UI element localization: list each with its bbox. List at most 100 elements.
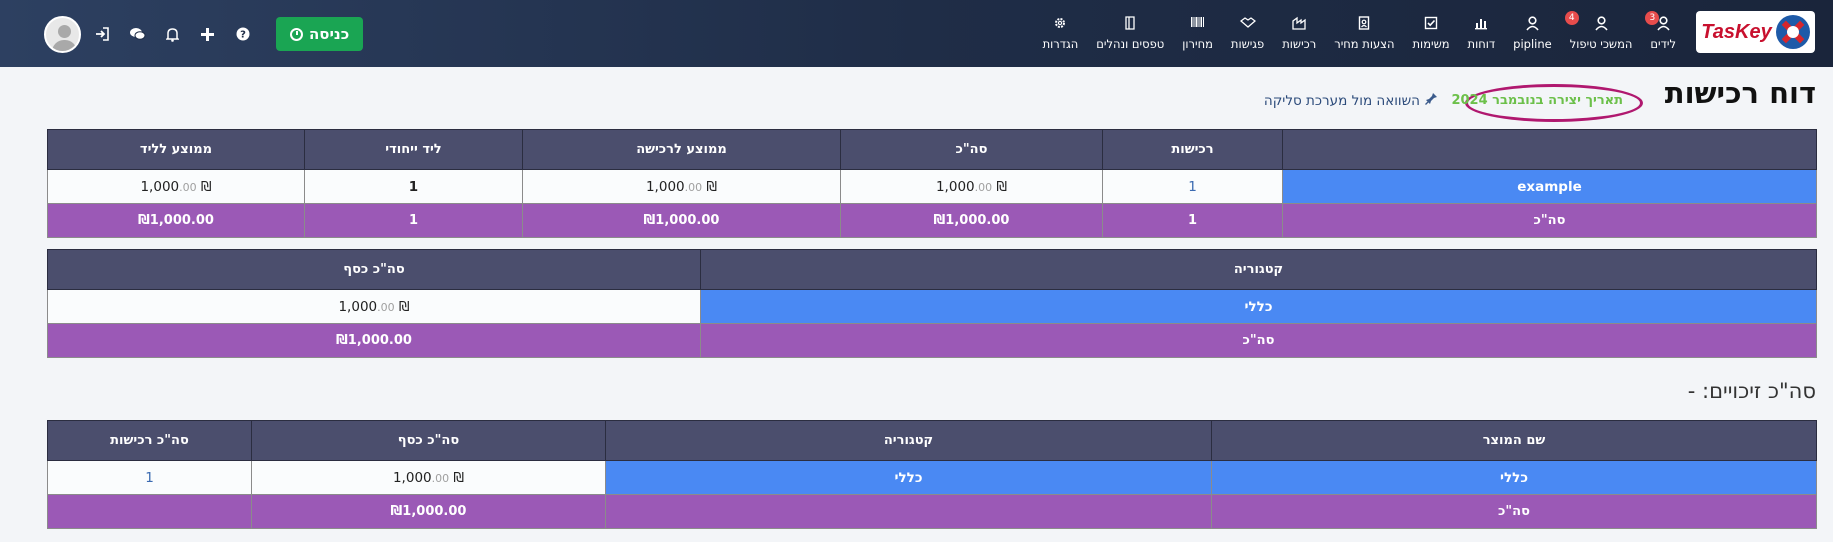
currency-symbol: ₪ [706,178,718,195]
credits-total: סה"כ זיכויים: - [1687,379,1816,403]
unique-lead-cell: 1 [304,169,523,204]
chat-icon[interactable] [120,19,155,49]
nav-label-leads: לידים [1650,37,1676,51]
nav-item-purchases[interactable]: רכישות [1273,0,1325,67]
product-table: שם המוצר קטגוריה סה"כ כסף סה"כ רכישות כל… [47,420,1817,529]
money-cents: .00 [377,300,395,314]
category-total-label: סה"כ [700,323,1817,358]
total-purchases: 1 [1102,203,1283,238]
plus-icon[interactable] [190,19,225,49]
nav-item-pricelist[interactable]: מחירון [1173,0,1222,67]
header-purchases: רכישות [1102,129,1283,170]
handshake-icon [1239,16,1256,34]
compare-label: השוואה מול מערכת סליקה [1263,92,1420,109]
header-category: קטגוריה [700,249,1817,290]
product-total-row: סה"כ ₪1,000.00 [47,494,1817,529]
nav-label-purchases: רכישות [1282,37,1317,51]
category-total-money: ₪1,000.00 [47,323,701,358]
header-name [1282,129,1817,170]
total-label: סה"כ [1282,203,1817,238]
header-product: שם המוצר [1211,420,1817,461]
nav-item-followups[interactable]: 4 המשכי טיפול [1561,0,1642,67]
nav-item-reports[interactable]: דוחות [1459,0,1505,67]
table-row: כללי ₪ 1,000.00 [47,289,1817,324]
sign-in-icon[interactable] [85,19,120,49]
avg-purchase-value: 1,000 [645,178,685,195]
header-avg-purchase: ממוצע לרכישה [522,129,841,170]
avatar[interactable] [44,15,81,53]
nav-item-pipline[interactable]: pipline [1504,0,1561,67]
table-row: example 1 ₪ 1,000.00 ₪ 1,000.00 1 ₪ 1,00… [47,169,1817,204]
category-total-row: סה"כ ₪1,000.00 [47,323,1817,358]
purchase-icon [1292,16,1306,34]
summary-table: רכישות סה"כ ממוצע לרכישה ליד ייחודי ממוצ… [47,129,1817,238]
checkbox-icon [1424,16,1438,34]
help-icon[interactable]: ? [225,19,260,49]
nav-label-quotes: הצעות מחיר [1334,37,1395,51]
nav-item-forms[interactable]: טפסים ונהלים [1087,0,1173,67]
nav-label-tasks: משימות [1412,37,1450,51]
product-category-cell: כללי [605,460,1212,495]
header-money: סה"כ כסף [47,249,701,290]
nav-item-quotes[interactable]: הצעות מחיר [1325,0,1403,67]
currency-symbol: ₪ [200,178,212,195]
total-unique-lead: 1 [304,203,523,238]
product-money-cell: ₪ 1,000.00 [251,460,606,495]
taskey-logo[interactable]: TasKey [1696,11,1815,53]
product-purchases-link[interactable]: 1 [145,470,154,486]
nav-label-settings: הגדרות [1042,37,1079,51]
barcode-icon [1190,16,1205,34]
enter-button-label: כניסה [309,25,350,43]
avg-purchase-cents: .00 [684,180,703,194]
nav-label-forms: טפסים ונהלים [1096,37,1165,51]
bell-icon[interactable] [155,19,190,49]
total-cell: ₪ 1,000.00 [840,169,1103,204]
avg-purchase-cell: ₪ 1,000.00 [522,169,841,204]
product-total-money: ₪1,000.00 [251,494,606,529]
header-avg-lead: ממוצע לליד [47,129,305,170]
gear-icon [1053,16,1067,34]
nav-label-pipline: pipline [1513,37,1552,51]
purchases-cell: 1 [1102,169,1283,204]
product-total-label: סה"כ [1211,494,1817,529]
nav-item-settings[interactable]: הגדרות [1034,0,1088,67]
pin-icon [1425,92,1438,109]
product-money-cents: .00 [431,471,450,485]
summary-total-row: סה"כ 1 ₪1,000.00 ₪1,000.00 1 ₪1,000.00 [47,203,1817,238]
total-avg-purchase: ₪1,000.00 [522,203,841,238]
money-cell: ₪ 1,000.00 [47,289,701,324]
currency-symbol: ₪ [996,178,1008,195]
main-nav: 3 לידים 4 המשכי טיפול pipline דוחות משימ… [1034,0,1685,67]
nav-item-meetings[interactable]: פגישות [1222,0,1273,67]
category-table: קטגוריה סה"כ כסף כללי ₪ 1,000.00 סה"כ ₪1… [47,249,1817,358]
header-unique-lead: ליד ייחודי [304,129,523,170]
product-purchases-cell: 1 [47,460,252,495]
product-header-row: שם המוצר קטגוריה סה"כ כסף סה"כ רכישות [47,420,1817,461]
nav-label-reports: דוחות [1467,37,1496,51]
header-total: סה"כ [840,129,1103,170]
book-icon [1124,16,1136,34]
total-value: 1,000 [935,178,975,195]
page-title: דוח רכישות [1664,76,1816,110]
nav-label-meetings: פגישות [1230,37,1265,51]
creation-date-filter[interactable]: תאריך יצירה בנובמבר 2024 [1451,93,1623,108]
header-product-money: סה"כ כסף [251,420,606,461]
compare-link[interactable]: השוואה מול מערכת סליקה [1264,92,1438,109]
product-name-cell: כללי [1211,460,1817,495]
header-product-purchases: סה"כ רכישות [47,420,252,461]
summary-header-row: רכישות סה"כ ממוצע לרכישה ליד ייחודי ממוצ… [47,129,1817,170]
clock-icon [290,27,303,41]
row-name: example [1282,169,1817,204]
followups-badge: 4 [1564,11,1579,25]
currency-symbol: ₪ [398,298,410,315]
person-icon [1594,16,1608,34]
nav-item-leads[interactable]: 3 לידים [1641,0,1685,67]
enter-button[interactable]: כניסה [276,17,364,51]
product-total-purchases [47,494,252,529]
avg-lead-cents: .00 [179,180,197,194]
avg-lead-cell: ₪ 1,000.00 [47,169,305,204]
nav-item-tasks[interactable]: משימות [1404,0,1459,67]
total-avg-lead: ₪1,000.00 [47,203,305,238]
money-value: 1,000 [338,298,378,315]
purchases-link[interactable]: 1 [1188,179,1197,195]
